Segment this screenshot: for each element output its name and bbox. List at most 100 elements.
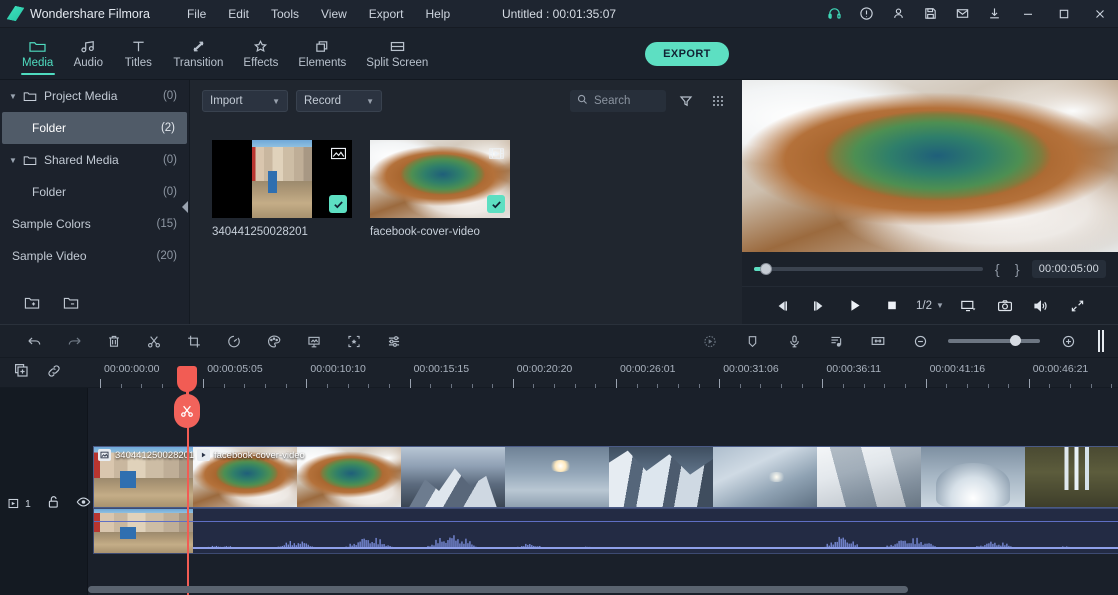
menu-view[interactable]: View: [310, 3, 358, 25]
headset-icon[interactable]: [818, 0, 850, 28]
delete-icon[interactable]: [94, 324, 134, 358]
tab-effects[interactable]: Effects: [233, 28, 288, 80]
tab-transition[interactable]: Transition: [163, 28, 233, 80]
tab-media[interactable]: Media: [12, 28, 63, 80]
app-name: Wondershare Filmora: [30, 6, 150, 21]
save-icon[interactable]: [914, 0, 946, 28]
menu-edit[interactable]: Edit: [217, 3, 260, 25]
tab-titles[interactable]: Titles: [113, 28, 163, 80]
stop-icon[interactable]: [880, 294, 904, 318]
collapse-sidebar-icon[interactable]: [180, 196, 189, 218]
remove-folder-icon[interactable]: [63, 296, 80, 313]
media-item[interactable]: 340441250028201: [212, 140, 352, 238]
display-icon[interactable]: [956, 294, 980, 318]
import-dropdown[interactable]: Import ▼: [202, 90, 288, 112]
filter-icon[interactable]: [674, 90, 698, 112]
fullscreen-icon[interactable]: [1066, 294, 1090, 318]
mark-in-button[interactable]: {: [992, 261, 1003, 277]
sidebar-item-project-media[interactable]: ▼ Project Media (0): [0, 80, 189, 112]
preview-progress-slider[interactable]: [754, 263, 983, 275]
color-icon[interactable]: [254, 324, 294, 358]
tab-elements[interactable]: Elements: [288, 28, 356, 80]
menu-file[interactable]: File: [176, 3, 217, 25]
zoom-slider[interactable]: [948, 335, 1040, 346]
search-placeholder: Search: [594, 95, 631, 107]
eye-visible-icon[interactable]: [76, 496, 91, 511]
close-button[interactable]: [1082, 0, 1118, 28]
snapshot-icon[interactable]: [993, 294, 1017, 318]
new-folder-icon[interactable]: [24, 296, 41, 313]
mask-icon[interactable]: [334, 324, 374, 358]
mail-icon[interactable]: [946, 0, 978, 28]
playback-speed-selector[interactable]: 1/2 ▼: [916, 300, 944, 312]
step-back-icon[interactable]: [770, 294, 794, 318]
ruler-tick-minor: [265, 383, 267, 388]
link-icon[interactable]: [46, 363, 62, 382]
clips-area[interactable]: 340441250028201 facebook-cover-video: [88, 388, 1118, 595]
ruler-tick-minor: [554, 383, 556, 388]
audio-mixer-icon[interactable]: [816, 324, 856, 358]
grid-view-icon[interactable]: [706, 90, 730, 112]
zoom-in-icon[interactable]: [1048, 324, 1088, 358]
horizontal-scrollbar[interactable]: [88, 586, 908, 593]
sidebar-item-folder-project[interactable]: Folder (2): [2, 112, 187, 144]
menu-tools[interactable]: Tools: [260, 3, 310, 25]
speed-icon[interactable]: [214, 324, 254, 358]
timeline-tracks-area[interactable]: 1 340441250028201 facebook-cover-video: [0, 388, 1118, 595]
sidebar-item-shared-media[interactable]: ▼ Shared Media (0): [0, 144, 189, 176]
media-item[interactable]: facebook-cover-video: [370, 140, 510, 238]
media-thumbnail-video[interactable]: [370, 140, 510, 218]
tab-audio[interactable]: Audio: [63, 28, 113, 80]
render-bar-icon[interactable]: [1098, 330, 1104, 352]
render-preview-icon[interactable]: [690, 324, 730, 358]
search-input[interactable]: Search: [570, 90, 666, 112]
zoom-slider-knob[interactable]: [1010, 335, 1021, 346]
ruler-tick-major: [822, 378, 824, 388]
export-button[interactable]: EXPORT: [645, 42, 729, 66]
playhead-handle[interactable]: [177, 366, 197, 392]
marker-icon[interactable]: [732, 324, 772, 358]
voiceover-icon[interactable]: [774, 324, 814, 358]
media-checkbox[interactable]: [487, 195, 505, 213]
scissors-icon[interactable]: [174, 394, 200, 428]
mark-out-button[interactable]: }: [1012, 261, 1023, 277]
minimize-button[interactable]: [1010, 0, 1046, 28]
progress-knob[interactable]: [760, 263, 772, 275]
adjust-icon[interactable]: [374, 324, 414, 358]
media-thumbnail-image[interactable]: [212, 140, 352, 218]
volume-icon[interactable]: [1029, 294, 1053, 318]
video-track-1[interactable]: 340441250028201 facebook-cover-video: [93, 446, 1118, 508]
upper-workspace: ▼ Project Media (0) Folder (2) ▼ Shared …: [0, 80, 1118, 324]
split-icon[interactable]: [134, 324, 174, 358]
tab-split-screen[interactable]: Split Screen: [356, 28, 438, 80]
document-title: Untitled : 00:01:35:07: [501, 6, 617, 21]
green-screen-icon[interactable]: [294, 324, 334, 358]
fit-timeline-icon[interactable]: [858, 324, 898, 358]
preview-video-surface[interactable]: [742, 80, 1118, 252]
sidebar-item-folder-shared[interactable]: Folder (0): [0, 176, 189, 208]
undo-icon[interactable]: [14, 324, 54, 358]
record-dropdown[interactable]: Record ▼: [296, 90, 382, 112]
playhead-cut-control[interactable]: [174, 394, 200, 428]
unlock-icon[interactable]: [47, 495, 60, 512]
zoom-out-icon[interactable]: [900, 324, 940, 358]
maximize-button[interactable]: [1046, 0, 1082, 28]
menu-help[interactable]: Help: [414, 3, 461, 25]
crop-icon[interactable]: [174, 324, 214, 358]
preview-timecode[interactable]: 00:00:05:00: [1031, 260, 1106, 278]
menu-export[interactable]: Export: [358, 3, 415, 25]
media-checkbox[interactable]: [329, 195, 347, 213]
timeline-ruler[interactable]: 00:00:00:00 00:00:05:05 00:00:10:10 00:00:1…: [0, 358, 1118, 388]
redo-icon[interactable]: [54, 324, 94, 358]
info-icon[interactable]: [850, 0, 882, 28]
ruler-scale[interactable]: 00:00:00:00 00:00:05:05 00:00:10:10 00:00:1…: [88, 358, 1118, 388]
sidebar-item-sample-colors[interactable]: Sample Colors (15): [0, 208, 189, 240]
sidebar-item-sample-video[interactable]: Sample Video (20): [0, 240, 189, 272]
step-forward-icon[interactable]: [807, 294, 831, 318]
account-icon[interactable]: [882, 0, 914, 28]
add-track-icon[interactable]: [14, 363, 30, 382]
audio-track-1[interactable]: [93, 508, 1118, 554]
ruler-tick-minor: [1008, 383, 1010, 388]
download-icon[interactable]: [978, 0, 1010, 28]
play-icon[interactable]: [843, 294, 867, 318]
